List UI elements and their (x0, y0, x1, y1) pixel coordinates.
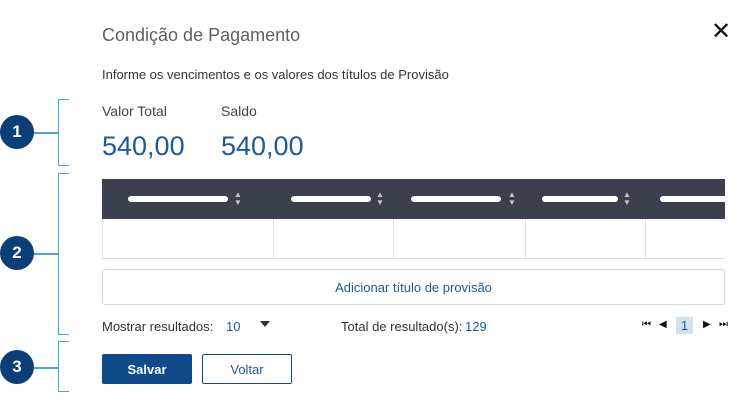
total-results-count: 129 (465, 319, 487, 334)
add-provision-button[interactable]: Adicionar título de provisão (102, 269, 725, 305)
column-header-placeholder (660, 196, 725, 202)
step-marker-3: 3 (0, 350, 34, 384)
provision-table: ▲ ▼ ▲ ▼ ▲ ▼ ▲ ▼ (102, 179, 725, 259)
cell-divider (525, 219, 526, 259)
first-page-icon[interactable]: ⏮ (642, 317, 651, 333)
dialog-description: Informe os vencimentos e os valores dos … (102, 67, 449, 82)
table-row[interactable] (102, 219, 725, 259)
sort-icon[interactable]: ▲ ▼ (508, 191, 516, 207)
save-button[interactable]: Salvar (102, 354, 192, 384)
prev-page-icon[interactable]: ◀ (659, 317, 667, 333)
column-header-placeholder (542, 196, 618, 202)
step-connector-1 (34, 132, 58, 134)
step-marker-1: 1 (0, 115, 34, 149)
sort-icon[interactable]: ▲ ▼ (376, 191, 384, 207)
back-button[interactable]: Voltar (202, 354, 292, 384)
step-bracket-1 (58, 99, 69, 166)
next-page-icon[interactable]: ▶ (703, 317, 711, 333)
sort-icon[interactable]: ▲ ▼ (623, 191, 631, 207)
step-connector-3 (34, 367, 58, 369)
page-size-select[interactable]: 10 (226, 319, 240, 334)
close-icon[interactable]: ✕ (711, 20, 731, 44)
current-page[interactable]: 1 (676, 317, 693, 334)
balance-value: 540,00 (221, 131, 304, 161)
chevron-down-icon[interactable] (260, 321, 270, 327)
total-results-label: Total de resultado(s): (341, 319, 463, 334)
total-value-label: Valor Total (102, 103, 167, 119)
step-bracket-2 (58, 173, 69, 335)
page-size-label: Mostrar resultados: (102, 319, 214, 334)
total-value: 540,00 (102, 131, 185, 161)
table-header: ▲ ▼ ▲ ▼ ▲ ▼ ▲ ▼ (102, 179, 725, 219)
column-header-placeholder (128, 196, 228, 202)
column-header-placeholder (291, 196, 371, 202)
dialog-title: Condição de Pagamento (102, 25, 301, 45)
step-bracket-3 (58, 341, 69, 392)
sort-icon[interactable]: ▲ ▼ (234, 191, 242, 207)
cell-divider (645, 219, 646, 259)
cell-divider (393, 219, 394, 259)
balance-label: Saldo (221, 103, 257, 119)
step-marker-2: 2 (0, 236, 34, 270)
last-page-icon[interactable]: ⏭ (719, 317, 728, 333)
step-connector-2 (34, 253, 58, 255)
cell-divider (273, 219, 274, 259)
column-header-placeholder (411, 196, 501, 202)
